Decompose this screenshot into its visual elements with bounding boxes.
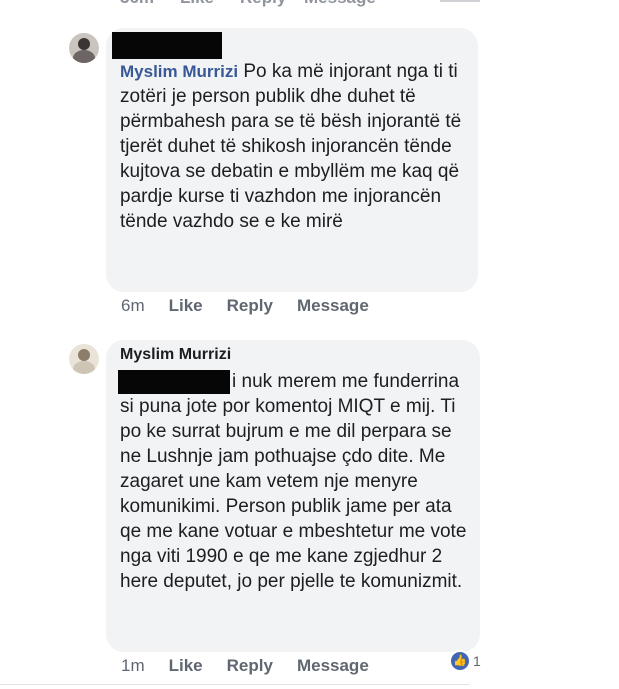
comment-actions: 6m Like Reply Message [121,296,393,316]
comment-author[interactable]: Myslim Murrizi [120,62,238,81]
like-link[interactable]: Like [169,296,203,316]
avatar-body [73,50,95,63]
comment-time[interactable]: 6m [121,296,145,316]
previous-comment-actions: 36m Like Reply Message [0,0,619,8]
avatar[interactable] [69,33,99,63]
avatar[interactable] [69,344,99,374]
redacted-name [112,32,222,59]
reaction-count: 1 [473,653,481,669]
avatar-body [73,361,95,374]
avatar-face [78,349,90,361]
comment-author[interactable]: Myslim Murrizi [120,346,231,364]
comment-text: i nuk merem me funderrina si puna jote p… [120,369,472,594]
comment-body: Po ka më injorant nga ti ti zotëri je pe… [120,61,462,232]
like-link[interactable]: Like [169,656,203,676]
comment-text: Myslim Murrizi Po ka më injorant nga ti … [120,59,470,234]
comment-actions: 1m Like Reply Message [121,656,393,676]
divider [0,684,470,685]
thumbs-up-icon: 👍 [449,650,471,672]
comment-body: i nuk merem me funderrina si puna jote p… [120,371,467,592]
previous-like-link[interactable]: Like [180,0,214,8]
previous-message-link[interactable]: Message [304,0,376,8]
reaction-summary[interactable]: 👍 1 [449,650,481,672]
reply-link[interactable]: Reply [227,296,273,316]
comment-time[interactable]: 1m [121,656,145,676]
message-link[interactable]: Message [297,296,369,316]
redacted-mention [118,370,230,394]
previous-time: 36m [120,0,154,8]
previous-reply-link[interactable]: Reply [240,0,286,8]
message-link[interactable]: Message [297,656,369,676]
reply-link[interactable]: Reply [227,656,273,676]
avatar-face [78,38,90,50]
divider [440,0,480,2]
